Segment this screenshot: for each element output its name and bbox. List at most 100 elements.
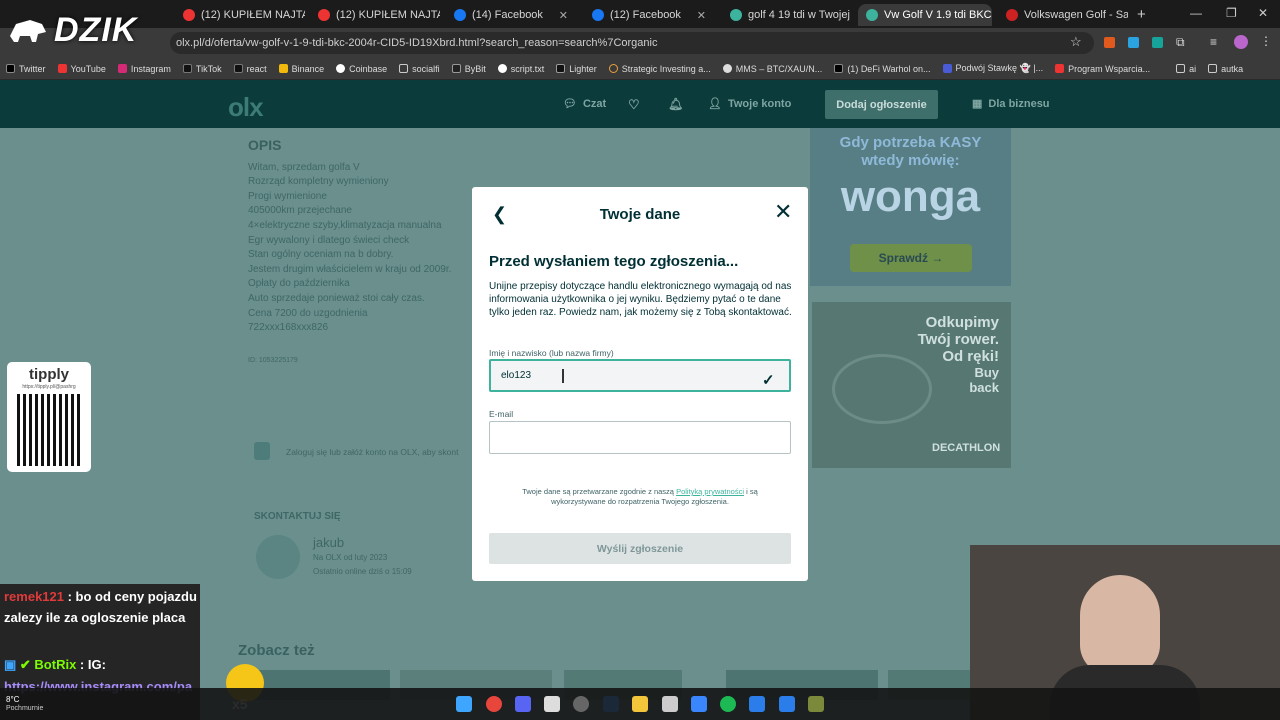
ad-cta-button[interactable]: Sprawdź → [850,244,972,272]
description-line: Jestem drugim właścicielem w kraju od 20… [248,263,452,275]
facebook-icon [592,9,604,21]
business-link[interactable]: ▦ Dla biznesu [972,97,1050,111]
site-icon [1055,64,1065,73]
close-icon[interactable]: ✕ [774,201,792,223]
avatar[interactable] [1234,35,1248,49]
chrome-icon[interactable] [486,696,502,712]
app-icon[interactable] [544,696,560,712]
puzzle-icon[interactable]: ⧉ [1176,35,1185,50]
menu-icon[interactable]: ≡ [1210,35,1217,49]
tab-label: Vw Golf V 1.9 tdi BKC 200 [884,9,992,21]
email-input[interactable] [489,421,791,454]
extension-icon[interactable] [1152,37,1163,48]
text-cursor-icon [562,369,564,383]
discord-icon[interactable] [515,696,531,712]
chat-link[interactable]: 💬︎ Czat [563,97,606,111]
browser-tab[interactable]: (14) Facebook ✕ [446,4,576,26]
obs-icon[interactable] [573,696,589,712]
tipply-url: https://tipply.pl/@pashrg [22,384,76,390]
bookmark[interactable]: Twitter [6,64,46,74]
bookmark[interactable]: Lighter [556,64,597,74]
bookmark-label: ByBit [464,63,486,74]
heart-icon[interactable]: ♡ [628,97,640,113]
wonga-ad[interactable]: Gdy potrzeba KASY wtedy mówię: wonga Spr… [810,128,1011,286]
bookmark-label: react [246,63,267,74]
close-icon[interactable]: ✕ [697,9,706,22]
browser-tab[interactable]: (12) KUPIŁEM NAJTAŃSZ✕ [175,4,305,26]
bookmark[interactable]: Instagram [117,64,171,74]
browser-tab[interactable]: Volkswagen Golf - Samo✕ [998,4,1128,26]
app-icon[interactable] [749,696,765,712]
bookmark[interactable]: TikTok [182,64,222,74]
bookmark[interactable]: Podwój Stawkę 👻 |... [942,63,1043,74]
bookmark[interactable]: Binance [278,64,324,74]
browser-tab[interactable]: (12) KUPIŁEM NAJTAŃSZ✕ [310,4,440,26]
strategy-icon [608,64,618,73]
bell-icon[interactable]: 🔔︎ [668,97,683,111]
browser-tab-active[interactable]: Vw Golf V 1.9 tdi BKC 200✕ [858,4,992,26]
tipply-title: tipply [29,366,69,383]
browser-tab[interactable]: golf 4 19 tdi w Twojej oko✕ [722,4,852,26]
binance-icon [278,64,288,73]
folder-icon [1208,64,1218,73]
seller-since: Na OLX od luty 2023 [313,553,388,562]
qr-code [17,394,81,466]
new-tab-icon[interactable]: + [1137,6,1146,23]
description-line: 405000km przejechane [248,205,352,217]
bookmark-folder[interactable]: autka [1208,64,1243,74]
description-line: 722xxx168xxx826 [248,322,329,334]
windows-start-icon[interactable] [456,696,472,712]
app-icon[interactable] [808,696,824,712]
extension-icon[interactable] [1104,37,1115,48]
login-hint[interactable]: Zaloguj się lub załóż konto na OLX, aby … [286,447,458,457]
see-also-heading: Zobacz też [238,642,315,659]
description-line: Opłaty do października [248,278,350,290]
star-icon[interactable]: ☆ [1070,34,1082,50]
folder-icon[interactable] [632,696,648,712]
bookmark[interactable]: (1) DeFi Warhol on... [834,64,931,74]
bookmark[interactable]: ByBit [451,63,486,74]
description-section: OPIS Witam, sprzedam golfa V Rozrząd kom… [248,138,451,368]
olx-logo[interactable]: olx [228,92,264,123]
bookmark[interactable]: script.txt [497,64,544,74]
bookmark[interactable]: MMS – BTC/XAU/N... [722,64,822,74]
post-ad-button[interactable]: Dodaj ogłoszenie [825,90,938,119]
bookmark-label: socialfi [412,63,440,74]
react-icon [233,64,243,73]
bookmark-label: Coinbase [349,63,388,74]
url-field[interactable]: olx.pl/d/oferta/vw-golf-v-1-9-tdi-bkc-20… [170,32,1094,54]
submit-button[interactable]: Wyślij zgłoszenie [489,533,791,564]
app-icon[interactable] [662,696,678,712]
github-icon [497,64,507,73]
ad-brand: DECATHLON [932,442,1001,454]
extension-icon[interactable] [1128,37,1139,48]
bookmark[interactable]: Program Wsparcia... [1055,64,1150,74]
name-input[interactable]: elo123 [489,359,791,392]
bookmark[interactable]: socialfi [399,64,440,74]
bookmark[interactable]: react [233,63,267,74]
restore-icon[interactable]: ❐ [1226,6,1237,20]
browser-tab[interactable]: (12) Facebook ✕ [584,4,714,26]
bookmark[interactable]: Strategic Investing a... [608,64,711,74]
bookmark-label: Lighter [569,63,597,74]
account-link[interactable]: 👤︎ Twoje konto [708,97,791,111]
close-icon[interactable]: ✕ [559,9,568,22]
globe-icon [722,64,732,73]
app-icon[interactable] [779,696,795,712]
bybit-icon [451,64,461,73]
bike-image [832,354,932,424]
close-window-icon[interactable]: ✕ [1258,6,1268,20]
minimize-icon[interactable]: — [1190,6,1202,20]
verified-icon: ✔ [19,657,35,672]
bookmark-folder[interactable]: ai [1176,64,1196,74]
bookmark[interactable]: Coinbase [336,64,387,74]
bookmark[interactable]: YouTube [57,64,106,74]
spotify-icon[interactable] [720,696,736,712]
more-icon[interactable]: ⋮ [1260,34,1272,48]
app-icon[interactable] [691,696,707,712]
chat-message: ▣ ✔ BotRix : IG: [4,654,106,675]
seller-name: jakub [313,535,345,550]
steam-icon[interactable] [603,696,619,712]
privacy-link[interactable]: Polityką prywatności [676,487,744,496]
decathlon-ad[interactable]: Odkupimy Twój rower. Od ręki! Buy back D… [812,302,1011,468]
